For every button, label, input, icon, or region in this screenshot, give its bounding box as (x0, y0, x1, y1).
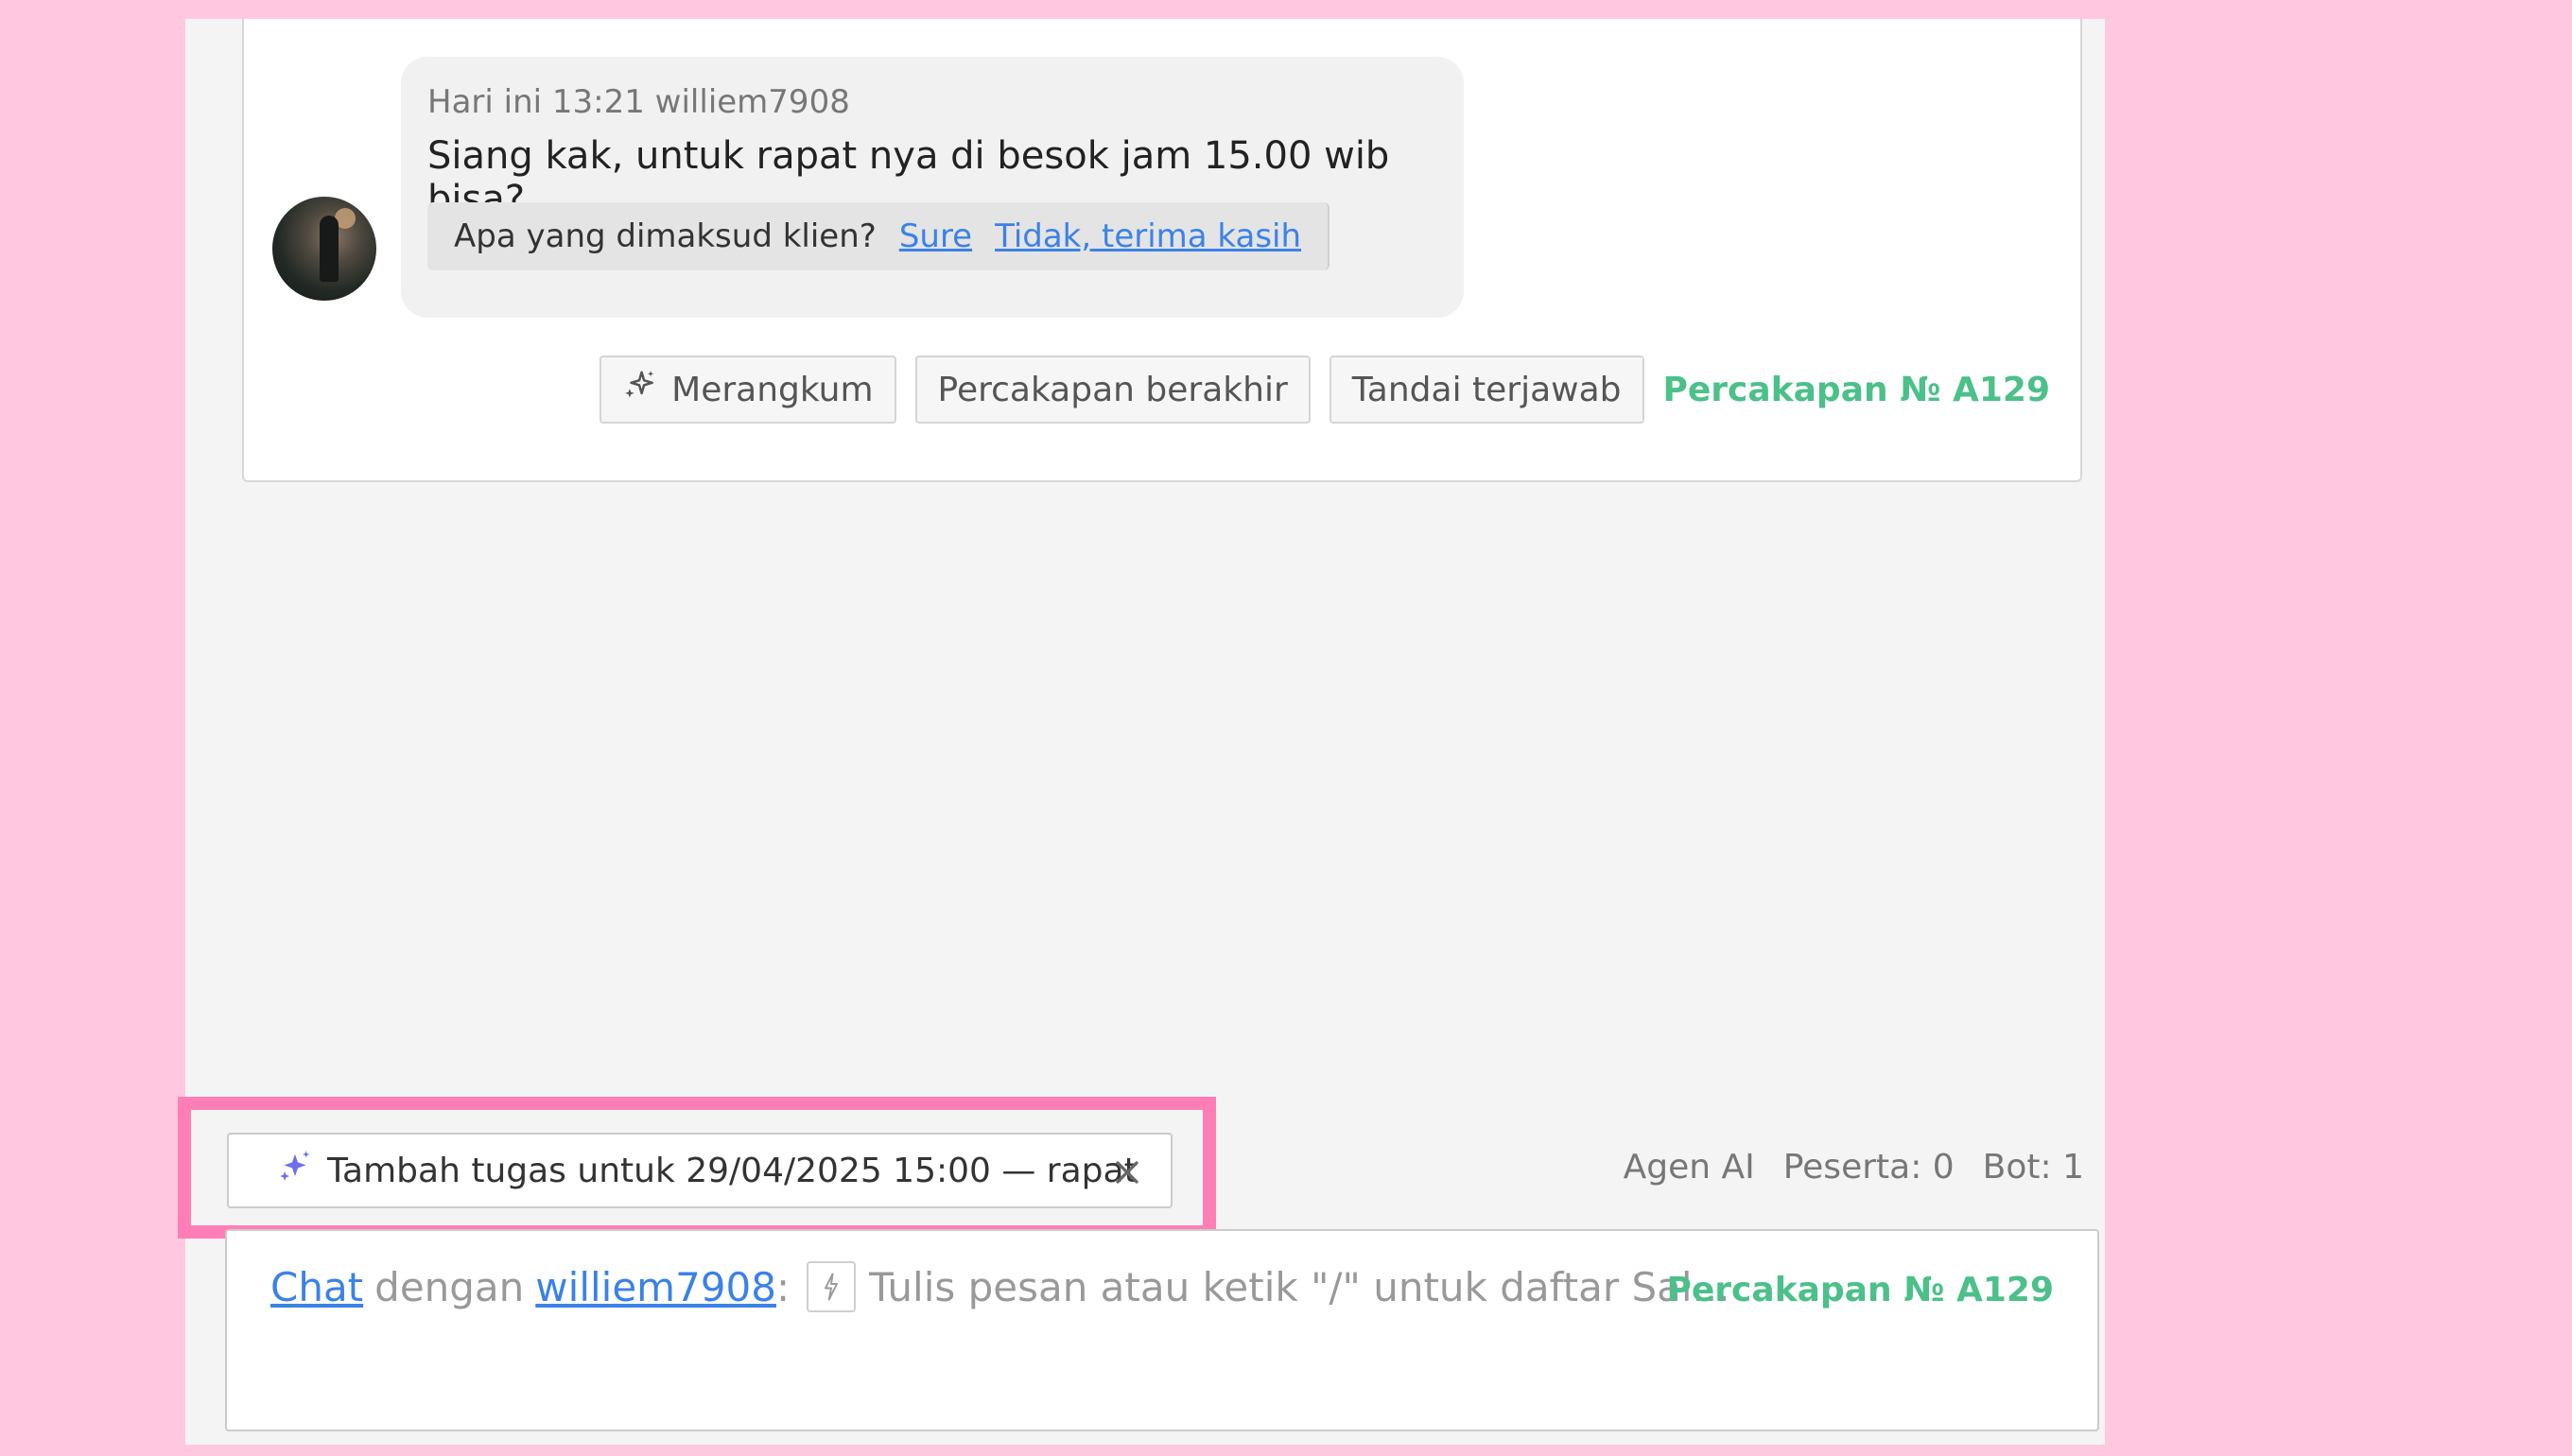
message-actions: Merangkum Percakapan berakhir Tandai ter… (600, 355, 2050, 424)
composer-connector: dengan (374, 1263, 525, 1310)
quick-reply-bolt-icon[interactable] (807, 1261, 857, 1312)
message-meta: Hari ini 13:21 williem7908 (427, 83, 850, 121)
composer-colon: : (775, 1263, 791, 1310)
composer-line: Chat dengan williem7908 : Tulis pesan at… (270, 1261, 1730, 1312)
message-composer[interactable]: Chat dengan williem7908 : Tulis pesan at… (225, 1229, 2099, 1431)
chat-card: Hari ini 13:21 williem7908 Siang kak, un… (242, 19, 2082, 482)
user-link[interactable]: williem7908 (535, 1264, 776, 1310)
intent-question: Apa yang dimaksud klien? (454, 217, 877, 255)
sparkle-icon (276, 1148, 314, 1194)
summarize-button[interactable]: Merangkum (600, 355, 896, 424)
intent-dismiss-link[interactable]: Tidak, terima kasih (995, 217, 1301, 255)
participants-count[interactable]: Peserta: 0 (1783, 1148, 1955, 1187)
end-conversation-button[interactable]: Percakapan berakhir (914, 355, 1311, 424)
intent-suggestion: Apa yang dimaksud klien? Sure Tidak, ter… (427, 202, 1330, 270)
summarize-label: Merangkum (671, 370, 874, 409)
bots-count[interactable]: Bot: 1 (1983, 1148, 2084, 1187)
composer-conversation-number[interactable]: Percakapan № A129 (1667, 1271, 2055, 1309)
message-bubble: Hari ini 13:21 williem7908 Siang kak, un… (401, 57, 1464, 318)
conversation-number[interactable]: Percakapan № A129 (1663, 371, 2051, 409)
composer-placeholder[interactable]: Tulis pesan atau ketik "/" untuk daftar … (869, 1264, 1729, 1310)
intent-confirm-link[interactable]: Sure (899, 217, 972, 255)
ai-agent-label[interactable]: Agen AI (1624, 1148, 1755, 1187)
sparkle-icon (622, 368, 658, 412)
channel-link[interactable]: Chat (270, 1264, 363, 1310)
mark-answered-button[interactable]: Tandai terjawab (1329, 355, 1644, 424)
ai-task-suggestion-text: Tambah tugas untuk 29/04/2025 15:00 — ra… (327, 1151, 1138, 1190)
ai-task-suggestion[interactable]: Tambah tugas untuk 29/04/2025 15:00 — ra… (227, 1133, 1173, 1208)
avatar[interactable] (272, 197, 376, 301)
conversation-stats: Agen AI Peserta: 0 Bot: 1 (1624, 1148, 2084, 1187)
close-icon[interactable] (1108, 1153, 1146, 1200)
